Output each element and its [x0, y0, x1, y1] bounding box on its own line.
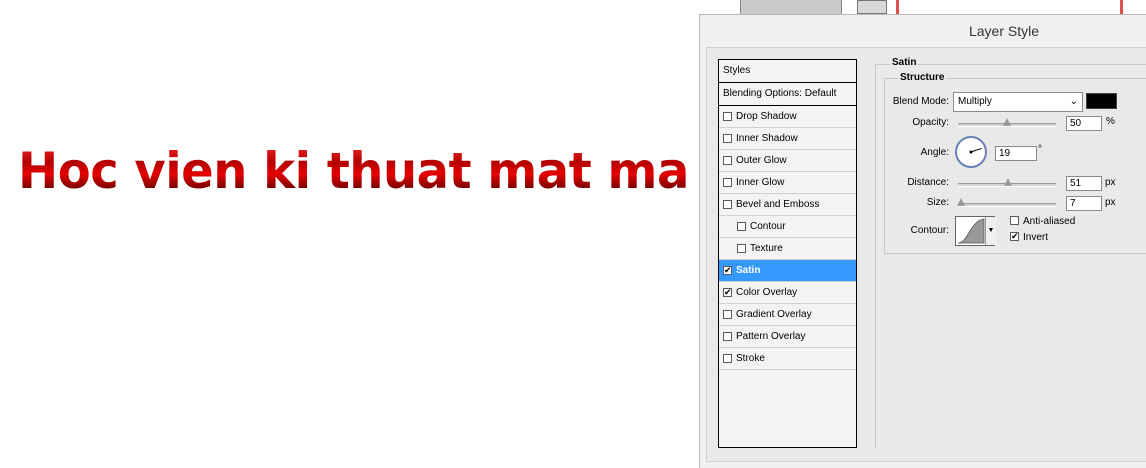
blend-color-swatch[interactable]: [1086, 93, 1117, 109]
angle-needle-icon: [969, 147, 982, 154]
angle-label: Angle:: [920, 147, 949, 158]
contour-label: Contour:: [910, 225, 949, 236]
blending-options-item[interactable]: Blending Options: Default: [719, 83, 856, 106]
size-label: Size:: [926, 197, 949, 208]
structure-title: Structure: [898, 72, 947, 83]
angle-unit: °: [1038, 144, 1042, 155]
opacity-input[interactable]: 50: [1066, 116, 1102, 131]
styles-header[interactable]: Styles: [719, 60, 856, 83]
style-item-texture[interactable]: Texture: [719, 238, 856, 260]
background-window-strip: [740, 0, 1146, 15]
satin-group-title: Satin: [890, 57, 919, 68]
style-item-inner-shadow[interactable]: Inner Shadow: [719, 128, 856, 150]
style-item-contour[interactable]: Contour: [719, 216, 856, 238]
styles-list: Styles Blending Options: Default Drop Sh…: [718, 59, 857, 448]
style-item-label: Stroke: [736, 353, 765, 364]
style-item-bevel-and-emboss[interactable]: Bevel and Emboss: [719, 194, 856, 216]
anti-aliased-checkbox[interactable]: Anti-aliased: [1010, 216, 1075, 227]
distance-unit: px: [1105, 177, 1116, 188]
canvas-text: Hoc vien ki thuat mat ma: [18, 142, 689, 200]
checkbox-icon: ✔: [1010, 231, 1019, 241]
blend-mode-value: Multiply: [958, 96, 992, 107]
style-item-drop-shadow[interactable]: Drop Shadow: [719, 106, 856, 128]
style-item-label: Pattern Overlay: [736, 331, 806, 342]
opacity-unit: %: [1106, 116, 1115, 127]
blending-options-label: Blending Options: Default: [723, 88, 837, 99]
style-item-color-overlay[interactable]: ✔ Color Overlay: [719, 282, 856, 304]
angle-dial[interactable]: [955, 136, 987, 168]
checkbox-icon[interactable]: [723, 199, 732, 209]
style-item-gradient-overlay[interactable]: Gradient Overlay: [719, 304, 856, 326]
style-item-inner-glow[interactable]: Inner Glow: [719, 172, 856, 194]
distance-input[interactable]: 51: [1066, 176, 1102, 191]
style-item-stroke[interactable]: Stroke: [719, 348, 856, 370]
contour-curve-icon: [957, 218, 985, 244]
style-item-label: Satin: [736, 265, 761, 276]
size-slider-thumb[interactable]: [956, 198, 965, 206]
checkbox-icon[interactable]: [723, 309, 732, 319]
style-item-label: Bevel and Emboss: [736, 199, 820, 210]
style-item-label: Gradient Overlay: [736, 309, 812, 320]
angle-input[interactable]: 19: [995, 146, 1037, 161]
anti-aliased-label: Anti-aliased: [1023, 216, 1076, 227]
style-item-label: Outer Glow: [736, 155, 787, 166]
checkbox-icon[interactable]: [723, 177, 732, 187]
style-item-satin[interactable]: ✔ Satin: [719, 260, 856, 282]
size-input[interactable]: 7: [1066, 196, 1102, 211]
checkbox-icon[interactable]: [737, 221, 746, 231]
style-item-label: Color Overlay: [736, 287, 798, 298]
style-item-label: Inner Glow: [736, 177, 785, 188]
checkbox-icon[interactable]: ✔: [723, 287, 732, 297]
checkbox-icon[interactable]: [737, 243, 746, 253]
invert-checkbox[interactable]: ✔ Invert: [1010, 232, 1048, 243]
checkbox-icon[interactable]: [723, 111, 732, 121]
blend-mode-select[interactable]: Multiply ⌄: [953, 92, 1083, 112]
style-item-label: Drop Shadow: [736, 111, 797, 122]
blend-mode-label: Blend Mode:: [892, 96, 949, 107]
distance-slider-thumb[interactable]: [1003, 178, 1012, 186]
size-slider-track[interactable]: [958, 203, 1056, 207]
style-item-outer-glow[interactable]: Outer Glow: [719, 150, 856, 172]
checkbox-icon[interactable]: [723, 155, 732, 165]
style-item-pattern-overlay[interactable]: Pattern Overlay: [719, 326, 856, 348]
checkbox-icon[interactable]: [723, 331, 732, 341]
checkbox-icon[interactable]: [723, 133, 732, 143]
opacity-slider-thumb[interactable]: [1003, 118, 1011, 126]
opacity-label: Opacity:: [912, 117, 949, 128]
style-item-label: Inner Shadow: [736, 133, 798, 144]
size-unit: px: [1105, 197, 1116, 208]
checkbox-icon: [1010, 216, 1019, 225]
checkbox-icon[interactable]: [723, 353, 732, 363]
chevron-down-icon: ⌄: [1069, 96, 1078, 107]
contour-dropdown-arrow[interactable]: ▼: [985, 217, 996, 245]
style-item-label: Texture: [750, 243, 783, 254]
distance-label: Distance:: [907, 177, 949, 188]
style-item-label: Contour: [750, 221, 786, 232]
styles-header-label: Styles: [723, 65, 751, 76]
invert-label: Invert: [1023, 232, 1049, 243]
checkbox-icon[interactable]: ✔: [723, 265, 732, 275]
dialog-title: Layer Style: [968, 23, 1040, 39]
